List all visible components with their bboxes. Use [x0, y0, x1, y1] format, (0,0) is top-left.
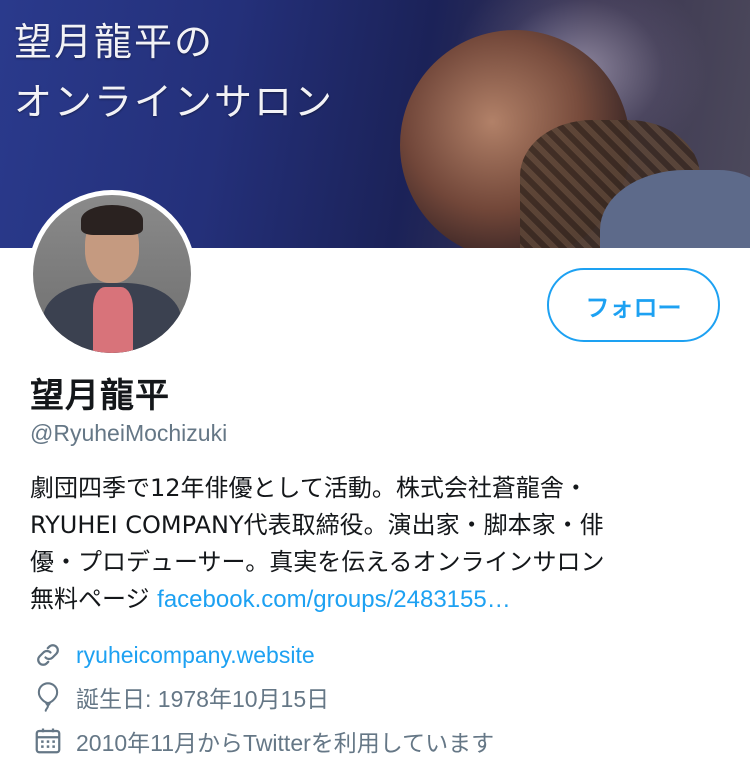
bio-facebook-link[interactable]: facebook.com/groups/2483155…: [157, 586, 511, 613]
bio-line-4: 無料ページ facebook.com/groups/2483155…: [30, 581, 730, 618]
website-row: ryuheicompany.website: [30, 638, 315, 672]
user-handle: @RyuheiMochizuki: [30, 420, 228, 446]
balloon-icon: [30, 681, 66, 713]
bio-line-2: RYUHEI COMPANY代表取締役。演出家・脚本家・俳: [30, 511, 604, 539]
avatar-image: [33, 195, 191, 353]
birthday-row: 誕生日: 1978年10月15日: [30, 680, 329, 714]
bio-line-3: 優・プロデューサー。真実を伝えるオンラインサロン: [30, 548, 605, 576]
avatar-hair: [81, 205, 143, 235]
bio-line-1: 劇団四季で12年俳優として活動。株式会社蒼龍舎・: [30, 474, 588, 502]
avatar[interactable]: [28, 190, 196, 358]
calendar-icon: [30, 725, 66, 757]
link-icon: [30, 639, 66, 671]
banner-title-line1: 望月龍平の: [14, 20, 215, 64]
bio-last-prefix: 無料ページ: [30, 585, 158, 613]
website-link[interactable]: ryuheicompany.website: [76, 642, 315, 669]
banner-title-line2: オンラインサロン: [14, 80, 335, 124]
joined-text: 2010年11月からTwitterを利用しています: [76, 730, 495, 756]
follow-button[interactable]: フォロー: [547, 268, 720, 342]
profile-bio: 劇団四季で12年俳優として活動。株式会社蒼龍舎・ RYUHEI COMPANY代…: [30, 470, 730, 618]
joined-row: 2010年11月からTwitterを利用しています: [30, 724, 494, 758]
avatar-shirt: [93, 287, 133, 353]
birthday-text: 誕生日: 1978年10月15日: [76, 686, 330, 712]
banner-title: 望月龍平の オンラインサロン: [14, 12, 334, 132]
display-name: 望月龍平: [30, 376, 170, 416]
